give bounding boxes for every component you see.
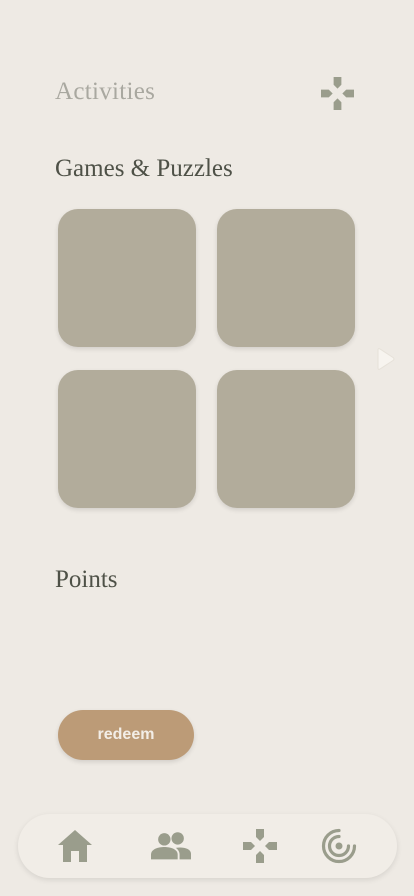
game-tile-2[interactable]	[217, 209, 355, 347]
points-section-title: Points	[55, 566, 118, 593]
gamepad-icon	[243, 829, 277, 863]
next-arrow-icon[interactable]	[375, 348, 395, 370]
game-tile-1[interactable]	[58, 209, 196, 347]
bottom-nav	[18, 814, 397, 878]
nav-item-progress[interactable]	[319, 826, 359, 866]
people-icon	[151, 832, 191, 860]
gamepad-icon[interactable]	[321, 77, 354, 110]
nav-item-home[interactable]	[55, 826, 95, 866]
home-icon	[58, 830, 92, 862]
nav-item-games[interactable]	[240, 826, 280, 866]
games-section-title: Games & Puzzles	[55, 155, 233, 182]
target-icon	[321, 828, 357, 864]
redeem-button[interactable]: redeem	[58, 710, 194, 760]
game-tile-4[interactable]	[217, 370, 355, 508]
page-title: Activities	[55, 78, 156, 105]
game-tile-3[interactable]	[58, 370, 196, 508]
nav-item-people[interactable]	[151, 826, 191, 866]
